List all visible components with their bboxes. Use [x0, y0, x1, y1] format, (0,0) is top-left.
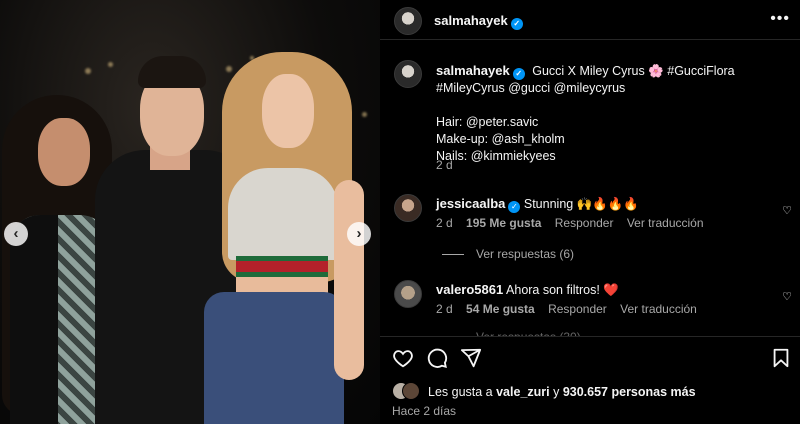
stripe-red [236, 261, 328, 272]
caption-avatar[interactable] [394, 60, 422, 88]
author-username[interactable]: salmahayek ✓ [434, 13, 523, 30]
caption-nails-credit: Nails: @kimmiekyees [436, 149, 556, 163]
verified-icon: ✓ [512, 68, 525, 80]
likes-text: Les gusta a vale_zuri y 930.657 personas… [428, 385, 696, 399]
bookmark-icon[interactable] [770, 347, 792, 369]
heart-icon[interactable] [392, 347, 414, 369]
reply-button[interactable]: Responder [548, 302, 607, 316]
caption-makeup-credit: Make-up: @ash_kholm [436, 132, 565, 146]
reply-button[interactable]: Responder [555, 216, 614, 230]
verified-icon: ✓ [510, 18, 523, 30]
view-replies-label[interactable]: Ver respuestas (6) [476, 247, 574, 261]
view-replies-button[interactable]: Ver respuestas (6) [442, 247, 574, 261]
verified-icon: ✓ [508, 201, 521, 213]
caption-username[interactable]: salmahayek ✓ [436, 63, 525, 80]
caption-line-1: Gucci X Miley Cyrus 🌸 #GucciFlora [532, 64, 735, 78]
comment-likes[interactable]: 195 Me gusta [466, 216, 541, 230]
person-left-dress-panel [10, 215, 58, 424]
replies-divider [442, 254, 464, 256]
post-header: salmahayek ✓ ••• [380, 0, 800, 40]
author-name[interactable]: salmahayek [434, 13, 508, 28]
likes-prefix: Les gusta a [428, 385, 497, 399]
heart-icon[interactable]: ♡ [782, 204, 792, 217]
person-left-face [38, 118, 90, 186]
bokeh-light [85, 68, 91, 74]
translate-button[interactable]: Ver traducción [620, 302, 697, 316]
person-right-face [262, 74, 314, 148]
chevron-left-icon[interactable]: ‹ [4, 222, 28, 246]
comment-body: valero5861 Ahora son filtros! ❤️ [436, 282, 619, 298]
caption-username-text[interactable]: salmahayek [436, 63, 510, 78]
bokeh-light [362, 112, 367, 117]
more-options-icon[interactable]: ••• [770, 10, 790, 28]
post-timestamp[interactable]: Hace 2 días [392, 404, 456, 418]
post-caption: salmahayek ✓ Gucci X Miley Cyrus 🌸 #Gucci… [436, 62, 786, 165]
comment-meta: 2 d 54 Me gusta Responder Ver traducción [436, 302, 707, 316]
post-panel: salmahayek ✓ ••• salmahayek ✓ Gucci X Mile… [380, 0, 800, 424]
caption-line-2: #MileyCyrus @gucci @mileycyrus [436, 81, 626, 95]
comment-icon[interactable] [426, 347, 448, 369]
person-right-jeans [204, 292, 344, 424]
likes-middle: y [549, 385, 563, 399]
comment-meta: 2 d 195 Me gusta Responder Ver traducció… [436, 216, 714, 230]
bokeh-light [226, 66, 232, 72]
avatar[interactable] [394, 280, 422, 308]
caption-timestamp[interactable]: 2 d [436, 158, 453, 172]
share-icon[interactable] [460, 347, 482, 369]
comment-username[interactable]: jessicaalba [436, 196, 505, 211]
comment-text: Stunning 🙌🔥🔥🔥 [523, 197, 639, 211]
avatar [402, 382, 420, 400]
translate-button[interactable]: Ver traducción [627, 216, 704, 230]
avatar[interactable] [394, 194, 422, 222]
heart-icon[interactable]: ♡ [782, 290, 792, 303]
chevron-right-icon[interactable]: › [347, 222, 371, 246]
likes-user[interactable]: vale_zuri [496, 385, 550, 399]
comment-time[interactable]: 2 d [436, 302, 453, 316]
bokeh-light [108, 62, 113, 67]
avatar[interactable] [394, 7, 422, 35]
comment-username[interactable]: valero5861 [436, 282, 503, 297]
post-photo[interactable]: ‹ › [0, 0, 380, 424]
comment-body: jessicaalba ✓ Stunning 🙌🔥🔥🔥 [436, 196, 639, 213]
likes-count[interactable]: 930.657 personas más [563, 385, 696, 399]
comment-time[interactable]: 2 d [436, 216, 453, 230]
action-bar: Les gusta a vale_zuri y 930.657 personas… [380, 336, 800, 424]
caption-hair-credit: Hair: @peter.savic [436, 115, 539, 129]
comment-likes[interactable]: 54 Me gusta [466, 302, 535, 316]
comment-text: Ahora son filtros! ❤️ [506, 283, 619, 297]
person-right-arm [334, 180, 364, 380]
person-right-top [228, 168, 338, 260]
person-middle-hair [138, 56, 206, 88]
